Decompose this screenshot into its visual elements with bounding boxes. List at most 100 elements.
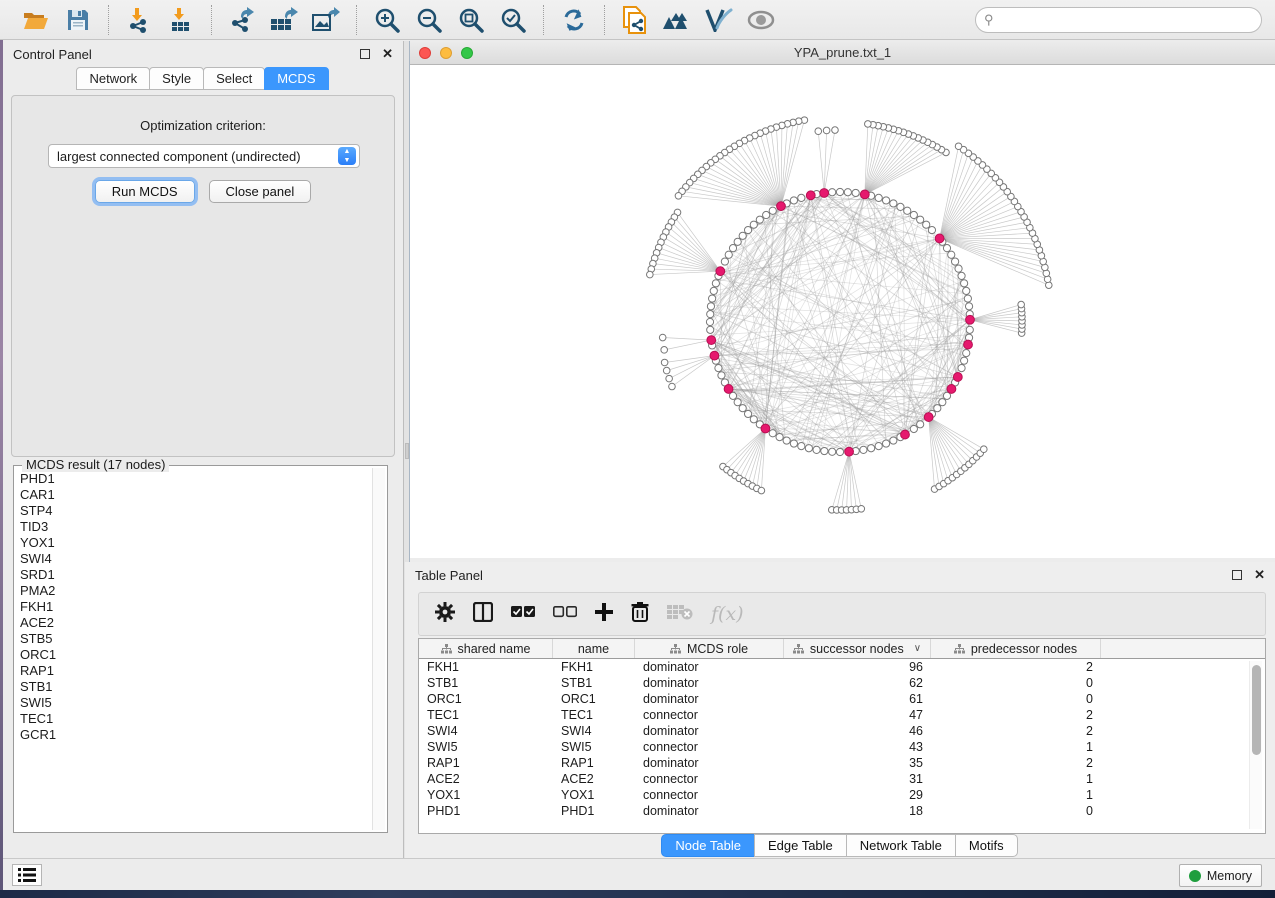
table-cell[interactable]: 96 [784, 659, 931, 675]
ring-node[interactable] [890, 437, 897, 444]
satellite-node[interactable] [865, 121, 872, 128]
mcds-result-item[interactable]: PMA2 [20, 583, 371, 599]
ring-node[interactable] [715, 364, 722, 371]
ring-node[interactable] [725, 251, 732, 258]
table-cell[interactable]: 43 [784, 739, 931, 755]
table-cell[interactable]: 2 [931, 659, 1101, 675]
ring-node[interactable] [904, 207, 911, 214]
table-row[interactable]: STB1STB1dominator620 [419, 675, 1265, 691]
create-column-plus-icon[interactable] [595, 603, 613, 626]
table-cell[interactable]: 2 [931, 755, 1101, 771]
apply-layout-icon[interactable] [556, 4, 592, 36]
ring-node[interactable] [943, 245, 950, 252]
mcds-hub-node[interactable] [901, 430, 910, 439]
zoom-fit-icon[interactable] [453, 4, 489, 36]
table-cell[interactable]: 0 [931, 803, 1101, 819]
table-cell[interactable]: 46 [784, 723, 931, 739]
ring-node[interactable] [712, 280, 719, 287]
ring-node[interactable] [852, 189, 859, 196]
mcds-hub-node[interactable] [710, 351, 719, 360]
table-cell[interactable]: connector [635, 771, 784, 787]
table-cell[interactable]: 35 [784, 755, 931, 771]
delete-column-trash-icon[interactable] [631, 602, 649, 627]
ring-node[interactable] [709, 295, 716, 302]
table-cell[interactable]: 0 [931, 675, 1101, 691]
tab-network[interactable]: Network [76, 67, 150, 90]
mcds-result-item[interactable]: CAR1 [20, 487, 371, 503]
table-row[interactable]: SWI4SWI4dominator462 [419, 723, 1265, 739]
delete-table-icon[interactable] [667, 604, 693, 625]
table-row[interactable]: PHD1PHD1dominator180 [419, 803, 1265, 819]
ring-node[interactable] [721, 258, 728, 265]
mcds-result-item[interactable]: STB5 [20, 631, 371, 647]
table-cell[interactable]: 1 [931, 771, 1101, 787]
ring-node[interactable] [769, 207, 776, 214]
ring-node[interactable] [829, 189, 836, 196]
run-mcds-button[interactable]: Run MCDS [95, 180, 195, 203]
tab-network-table[interactable]: Network Table [846, 834, 956, 857]
table-cell[interactable]: STB1 [419, 675, 553, 691]
table-cell[interactable]: FKH1 [419, 659, 553, 675]
mcds-result-item[interactable]: TID3 [20, 519, 371, 535]
ring-node[interactable] [829, 448, 836, 455]
table-row[interactable]: ACE2ACE2connector311 [419, 771, 1265, 787]
ring-node[interactable] [952, 258, 959, 265]
table-cell[interactable]: dominator [635, 691, 784, 707]
ring-node[interactable] [813, 446, 820, 453]
ring-node[interactable] [934, 405, 941, 412]
zoom-out-icon[interactable] [411, 4, 447, 36]
ring-node[interactable] [763, 211, 770, 218]
zoom-in-icon[interactable] [369, 4, 405, 36]
ring-node[interactable] [939, 399, 946, 406]
satellite-node[interactable] [675, 192, 682, 199]
search-network-icon[interactable] [659, 4, 695, 36]
mcds-hub-node[interactable] [966, 315, 975, 324]
table-scrollbar[interactable] [1249, 661, 1262, 829]
mcds-result-item[interactable]: GCR1 [20, 727, 371, 743]
tab-node-table[interactable]: Node Table [661, 834, 755, 857]
table-cell[interactable]: connector [635, 707, 784, 723]
table-cell[interactable]: ACE2 [553, 771, 635, 787]
table-cell[interactable]: YOX1 [419, 787, 553, 803]
table-cell[interactable]: RAP1 [553, 755, 635, 771]
import-network-icon[interactable] [121, 4, 157, 36]
ring-node[interactable] [729, 245, 736, 252]
ring-node[interactable] [882, 440, 889, 447]
ring-node[interactable] [805, 445, 812, 452]
mcds-hub-node[interactable] [964, 340, 973, 349]
table-cell[interactable]: 61 [784, 691, 931, 707]
ring-node[interactable] [875, 443, 882, 450]
table-cell[interactable]: TEC1 [553, 707, 635, 723]
table-cell[interactable]: SWI5 [553, 739, 635, 755]
table-cell[interactable]: 0 [931, 691, 1101, 707]
mcds-hub-node[interactable] [953, 373, 962, 382]
ring-node[interactable] [948, 251, 955, 258]
open-file-icon[interactable] [18, 4, 54, 36]
mcds-hub-node[interactable] [924, 413, 933, 422]
table-cell[interactable]: 2 [931, 707, 1101, 723]
table-cell[interactable]: YOX1 [553, 787, 635, 803]
table-cell[interactable]: SWI5 [419, 739, 553, 755]
table-row[interactable]: RAP1RAP1dominator352 [419, 755, 1265, 771]
ring-node[interactable] [897, 203, 904, 210]
mcds-result-item[interactable]: STB1 [20, 679, 371, 695]
ring-node[interactable] [750, 221, 757, 228]
close-panel-button[interactable]: Close panel [209, 180, 312, 203]
mcds-hub-node[interactable] [716, 267, 725, 276]
search-input[interactable] [994, 13, 1234, 28]
column-header-name[interactable]: name [553, 639, 635, 658]
table-cell[interactable]: connector [635, 739, 784, 755]
satellite-node[interactable] [980, 446, 987, 453]
table-cell[interactable]: dominator [635, 675, 784, 691]
ring-node[interactable] [821, 447, 828, 454]
mcds-result-item[interactable]: SWI5 [20, 695, 371, 711]
ring-node[interactable] [790, 197, 797, 204]
column-header-MCDS-role[interactable]: MCDS role [635, 639, 784, 658]
ring-node[interactable] [844, 189, 851, 196]
mcds-result-item[interactable]: SWI4 [20, 551, 371, 567]
table-cell[interactable]: TEC1 [419, 707, 553, 723]
ring-node[interactable] [836, 448, 843, 455]
table-scrollbar-thumb[interactable] [1252, 665, 1261, 755]
function-builder-icon[interactable]: f(x) [711, 603, 744, 625]
table-cell[interactable]: dominator [635, 659, 784, 675]
